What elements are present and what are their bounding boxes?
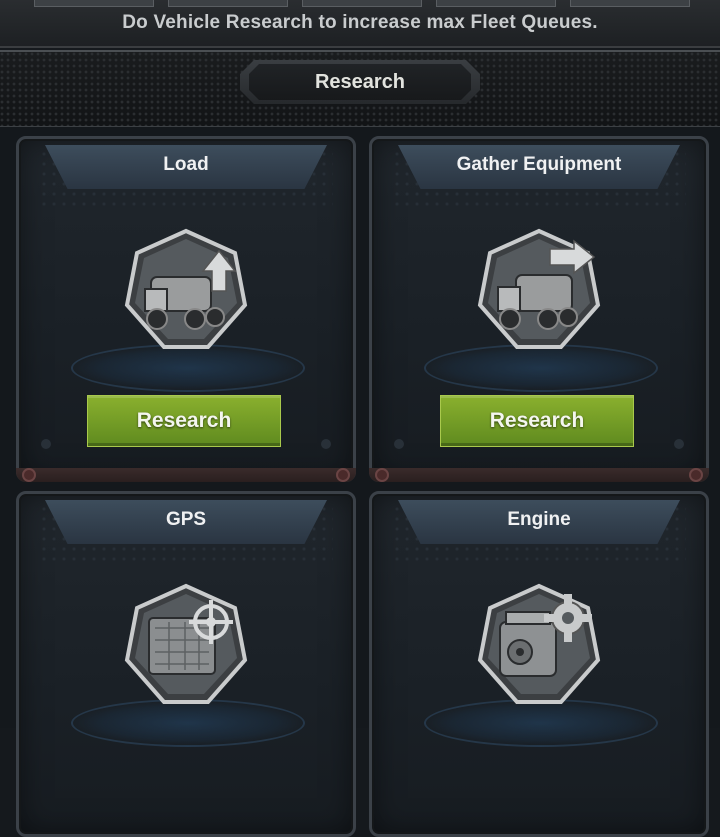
corner-dot <box>321 439 331 449</box>
fleet-queue-hint: Do Vehicle Research to increase max Flee… <box>122 12 598 33</box>
truck-upgrade-icon <box>124 228 248 349</box>
engine-gear-icon <box>477 583 601 704</box>
card-frame <box>16 468 356 482</box>
card-title-bar: Load <box>45 145 327 189</box>
gps-map-icon <box>124 583 248 704</box>
top-tab-stub[interactable] <box>570 0 690 7</box>
card-title-bar: GPS <box>45 500 327 544</box>
top-tab-stub[interactable] <box>34 0 154 7</box>
card-title: Gather Equipment <box>456 154 622 175</box>
corner-dot <box>394 439 404 449</box>
research-grid: Load Research Gather Equipment Research … <box>0 127 720 837</box>
card-title-bar: Engine <box>398 500 680 544</box>
top-tab-stub[interactable] <box>436 0 556 7</box>
research-button[interactable]: Research <box>440 395 634 447</box>
card-frame <box>369 468 709 482</box>
research-card-gps[interactable]: GPS <box>16 491 356 837</box>
rivet <box>336 468 350 482</box>
corner-dot <box>674 439 684 449</box>
rivet <box>22 468 36 482</box>
card-title-bar: Gather Equipment <box>398 145 680 189</box>
research-card-load[interactable]: Load Research <box>16 136 356 482</box>
section-title: Research <box>314 70 406 93</box>
rivet <box>375 468 389 482</box>
top-strip: Do Vehicle Research to increase max Flee… <box>0 0 720 48</box>
card-title: GPS <box>165 509 207 530</box>
research-card-engine[interactable]: Engine <box>369 491 709 837</box>
research-card-gather-equipment[interactable]: Gather Equipment Research <box>369 136 709 482</box>
research-button[interactable]: Research <box>87 395 281 447</box>
corner-dot <box>41 439 51 449</box>
section-header: Research <box>249 64 471 100</box>
top-tab-stub[interactable] <box>302 0 422 7</box>
card-title: Engine <box>507 509 571 530</box>
rivet <box>689 468 703 482</box>
card-title: Load <box>163 154 209 175</box>
truck-gather-icon <box>477 228 601 349</box>
top-tab-stub[interactable] <box>168 0 288 7</box>
